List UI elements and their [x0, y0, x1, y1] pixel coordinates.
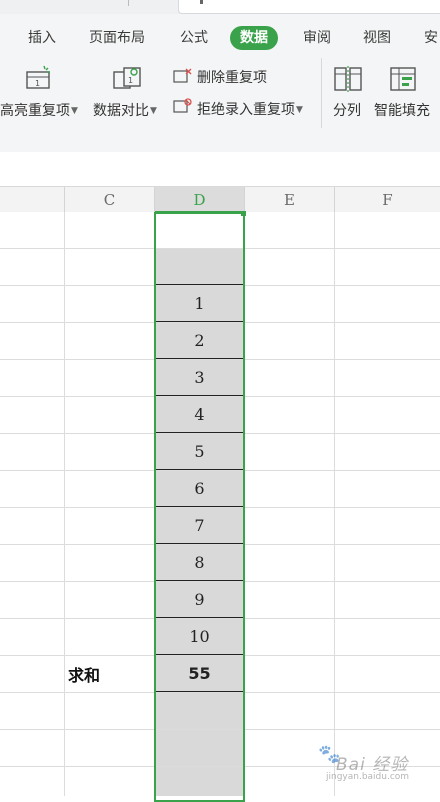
- watermark-url: jingyan.baidu.com: [326, 772, 410, 782]
- smart-fill-icon[interactable]: [389, 64, 419, 98]
- cell-d13-sum[interactable]: 55: [156, 656, 243, 692]
- cell-d4[interactable]: 2: [156, 323, 243, 359]
- compare-data-icon[interactable]: 1: [112, 64, 144, 98]
- tab-review[interactable]: 审阅: [303, 26, 331, 50]
- chevron-down-icon: ▼: [296, 105, 303, 115]
- cell-d1[interactable]: [156, 212, 243, 248]
- window-top-strip: [0, 0, 440, 14]
- fill-handle[interactable]: [241, 211, 246, 216]
- sum-label-cell[interactable]: 求和: [68, 658, 100, 694]
- watermark: 🐾 Bai 经验 jingyan.baidu.com: [318, 742, 438, 792]
- reject-duplicates-icon[interactable]: [173, 98, 193, 118]
- compare-data-label: 数据对比: [93, 103, 149, 119]
- tab-marker: [200, 0, 203, 4]
- cell-d8[interactable]: 6: [156, 471, 243, 507]
- cell-d3[interactable]: 1: [156, 286, 243, 322]
- highlight-duplicates-label: 高亮重复项: [0, 103, 70, 119]
- cell-d5[interactable]: 3: [156, 360, 243, 396]
- cell-d6[interactable]: 4: [156, 397, 243, 433]
- reject-duplicates-label: 拒绝录入重复项: [197, 102, 295, 118]
- cell-d2[interactable]: [156, 249, 243, 285]
- cell-d7[interactable]: 5: [156, 434, 243, 470]
- column-headers: C D E F: [0, 186, 440, 214]
- compare-data-button[interactable]: 数据对比▼: [93, 100, 157, 120]
- tab-security[interactable]: 安: [424, 26, 438, 50]
- gridline: [244, 212, 245, 796]
- gridline: [154, 212, 155, 796]
- ribbon: 插入 页面布局 公式 数据 审阅 视图 安 1 高亮重复项▼ 1 数据对比▼ 删…: [0, 14, 440, 153]
- tab-data[interactable]: 数据: [230, 26, 278, 50]
- svg-text:1: 1: [128, 76, 133, 85]
- cell-d16[interactable]: [156, 767, 243, 796]
- gridline: [334, 212, 335, 796]
- highlight-duplicates-button[interactable]: 高亮重复项▼: [0, 100, 78, 120]
- split-column-button[interactable]: 分列: [333, 100, 361, 120]
- cell-d12[interactable]: 10: [156, 619, 243, 655]
- chevron-down-icon: ▼: [71, 106, 78, 116]
- column-header-d[interactable]: D: [155, 187, 245, 213]
- tab-insert[interactable]: 插入: [28, 26, 56, 50]
- tab-formulas[interactable]: 公式: [180, 26, 208, 50]
- cell-d10[interactable]: 8: [156, 545, 243, 581]
- chevron-down-icon: ▼: [150, 106, 157, 116]
- top-divider: [128, 0, 129, 6]
- cell-d9[interactable]: 7: [156, 508, 243, 544]
- smart-fill-button[interactable]: 智能填充: [374, 100, 430, 120]
- tab-view[interactable]: 视图: [363, 26, 391, 50]
- cell-d15[interactable]: [156, 730, 243, 766]
- document-tab[interactable]: [178, 0, 440, 14]
- formula-bar[interactable]: [0, 152, 440, 176]
- column-header-c[interactable]: C: [65, 187, 155, 213]
- tab-page-layout[interactable]: 页面布局: [89, 26, 145, 50]
- column-header-b[interactable]: [0, 187, 65, 213]
- remove-duplicates-icon[interactable]: [173, 68, 193, 88]
- column-header-e[interactable]: E: [245, 187, 335, 213]
- split-column-icon[interactable]: [333, 64, 363, 98]
- highlight-duplicates-icon[interactable]: 1: [24, 64, 54, 98]
- cell-d11[interactable]: 9: [156, 582, 243, 618]
- column-header-f[interactable]: F: [335, 187, 440, 213]
- reject-duplicates-button[interactable]: 拒绝录入重复项▼: [197, 99, 303, 119]
- ribbon-separator: [321, 58, 322, 128]
- gridline: [64, 212, 65, 796]
- formula-bar-gap: [0, 176, 440, 186]
- remove-duplicates-button[interactable]: 删除重复项: [197, 67, 267, 87]
- svg-text:1: 1: [35, 79, 40, 88]
- cell-d14[interactable]: [156, 693, 243, 729]
